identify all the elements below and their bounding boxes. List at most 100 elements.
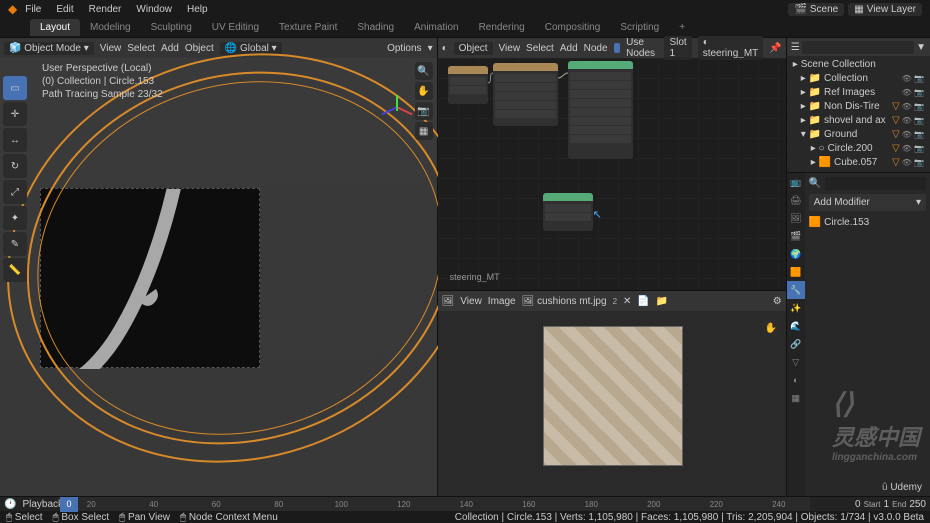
outliner-icon[interactable]: ☰ [791, 42, 800, 53]
3d-viewport[interactable] [0, 58, 437, 496]
menu-render[interactable]: Render [82, 2, 129, 17]
ws-scripting[interactable]: Scripting [610, 19, 669, 36]
tree-item[interactable]: ▸ 📁 Ref Images👁 📷 [791, 86, 926, 100]
use-nodes-checkbox[interactable] [614, 43, 621, 53]
ws-add[interactable]: + [669, 19, 695, 36]
scene-selector[interactable]: 🎬Scene [788, 3, 844, 16]
ptab-texture[interactable]: ▦ [787, 389, 805, 407]
shader-editor-icon[interactable]: ◐ [442, 43, 448, 54]
ie-menu-view[interactable]: View [460, 296, 482, 307]
ptab-physics[interactable]: 🌊 [787, 317, 805, 335]
frame-current[interactable]: 0 [855, 499, 861, 510]
ptab-data[interactable]: ▽ [787, 353, 805, 371]
tree-item[interactable]: ▸ 📁 Non Dis-Tire▽ 👁 📷 [791, 100, 926, 114]
playhead[interactable]: 0 [60, 497, 78, 512]
mode-selector[interactable]: 🧊 Object Mode ▾ [4, 42, 94, 55]
vp-menu-view[interactable]: View [100, 43, 122, 54]
frame-start[interactable]: 1 [884, 499, 890, 510]
tree-item[interactable]: ▾ 📁 Ground▽ 👁 📷 [791, 128, 926, 142]
ws-layout[interactable]: Layout [30, 19, 80, 36]
texture-preview[interactable] [543, 326, 683, 466]
tool-cursor[interactable]: ✛ [3, 102, 27, 126]
tool-select-box[interactable]: ▭ [3, 76, 27, 100]
node-principled-bsdf[interactable] [568, 61, 633, 159]
ws-uv[interactable]: UV Editing [202, 19, 269, 36]
timeline[interactable]: 🕐 Playback Keying View Marker ⏮ ◀◆ ◀ ▶ ◆… [0, 496, 930, 511]
ws-compositing[interactable]: Compositing [535, 19, 611, 36]
ne-menu-view[interactable]: View [499, 43, 521, 54]
node-image-texture[interactable] [493, 63, 558, 126]
unlink-icon[interactable]: ✕ [623, 296, 631, 307]
ws-shading[interactable]: Shading [347, 19, 404, 36]
menu-edit[interactable]: Edit [49, 2, 80, 17]
tree-item[interactable]: ▸ 📁 Collection👁 📷 [791, 72, 926, 86]
zoom-icon[interactable]: 🔍 [415, 62, 433, 80]
tool-measure[interactable]: 📏 [3, 258, 27, 282]
ptab-scene[interactable]: 🎬 [787, 227, 805, 245]
open-icon[interactable]: 📁 [656, 296, 668, 307]
pin-icon[interactable]: 📌 [769, 43, 781, 54]
tl-playback[interactable]: Playback [22, 499, 63, 510]
tree-item[interactable]: ▸ 🟧 Cube.057▽ 👁 📷 [791, 156, 926, 170]
search-icon[interactable]: 🔍 [809, 178, 821, 189]
ws-texpaint[interactable]: Texture Paint [269, 19, 347, 36]
ws-rendering[interactable]: Rendering [469, 19, 535, 36]
viewlayer-selector[interactable]: ▦View Layer [848, 3, 922, 16]
node-texcoord[interactable] [448, 66, 488, 104]
vp-menu-select[interactable]: Select [127, 43, 155, 54]
filter-icon[interactable]: ▼ [916, 42, 926, 53]
ws-animation[interactable]: Animation [404, 19, 468, 36]
ne-menu-select[interactable]: Select [526, 43, 554, 54]
ptab-render[interactable]: 📺 [787, 173, 805, 191]
tree-scene-collection[interactable]: ▸ Scene Collection [791, 58, 926, 72]
tree-item[interactable]: ▸ ○ Circle.200▽ 👁 📷 [791, 142, 926, 156]
menu-help[interactable]: Help [180, 2, 215, 17]
ws-modeling[interactable]: Modeling [80, 19, 141, 36]
filter-dropdown[interactable] [802, 41, 914, 54]
node-output[interactable] [543, 193, 593, 231]
add-modifier-dropdown[interactable]: Add Modifier ▾ [809, 194, 926, 211]
timeline-icon[interactable]: 🕐 [4, 499, 16, 510]
ptab-world[interactable]: 🌍 [787, 245, 805, 263]
ptab-material[interactable]: ◐ [787, 371, 805, 389]
image-selector[interactable]: 🖼 cushions mt.jpg [522, 296, 607, 307]
ptab-output[interactable]: 🖨 [787, 191, 805, 209]
vp-menu-add[interactable]: Add [161, 43, 179, 54]
ptab-constraints[interactable]: 🔗 [787, 335, 805, 353]
material-selector[interactable]: ◐ steering_MT [698, 36, 764, 60]
tool-transform[interactable]: ✦ [3, 206, 27, 230]
ie-pan-icon[interactable]: ✋ [762, 319, 780, 337]
nav-gizmo[interactable] [379, 93, 415, 129]
frame-end[interactable]: 250 [909, 499, 926, 510]
shader-type[interactable]: Object [454, 42, 493, 55]
tool-scale[interactable]: ⤢ [3, 180, 27, 204]
menu-window[interactable]: Window [129, 2, 179, 17]
outliner-tree[interactable]: ▸ Scene Collection ▸ 📁 Collection👁 📷 ▸ 📁… [787, 56, 930, 172]
image-editor-icon[interactable]: 🖼 [442, 296, 455, 307]
ne-menu-node[interactable]: Node [584, 43, 608, 54]
props-search[interactable] [825, 177, 926, 190]
perspective-icon[interactable]: ▦ [415, 122, 433, 140]
options-dropdown[interactable]: Options [387, 43, 421, 54]
timeline-ruler[interactable]: 20406080100120140160180200220240 [60, 497, 810, 511]
pan-icon[interactable]: ✋ [415, 82, 433, 100]
ie-gear-icon[interactable]: ⚙ [773, 296, 782, 307]
vp-menu-object[interactable]: Object [185, 43, 214, 54]
ne-menu-add[interactable]: Add [560, 43, 578, 54]
ptab-modifiers[interactable]: 🔧 [787, 281, 805, 299]
tool-rotate[interactable]: ↻ [3, 154, 27, 178]
ptab-viewlayer[interactable]: 🖼 [787, 209, 805, 227]
ws-sculpting[interactable]: Sculpting [141, 19, 202, 36]
menu-file[interactable]: File [18, 2, 48, 17]
tree-item[interactable]: ▸ 📁 shovel and ax▽ 👁 📷 [791, 114, 926, 128]
tool-annotate[interactable]: ✎ [3, 232, 27, 256]
ie-menu-image[interactable]: Image [488, 296, 516, 307]
ptab-object[interactable]: 🟧 [787, 263, 805, 281]
ptab-particles[interactable]: ✨ [787, 299, 805, 317]
orientation-selector[interactable]: 🌐 Global ▾ [220, 42, 282, 55]
slot-selector[interactable]: Slot 1 [664, 36, 691, 60]
node-graph-area[interactable]: steering_MT ↖ [438, 58, 786, 290]
new-icon[interactable]: 📄 [637, 296, 649, 307]
tool-move[interactable]: ↔ [3, 128, 27, 152]
camera-icon[interactable]: 📷 [415, 102, 433, 120]
